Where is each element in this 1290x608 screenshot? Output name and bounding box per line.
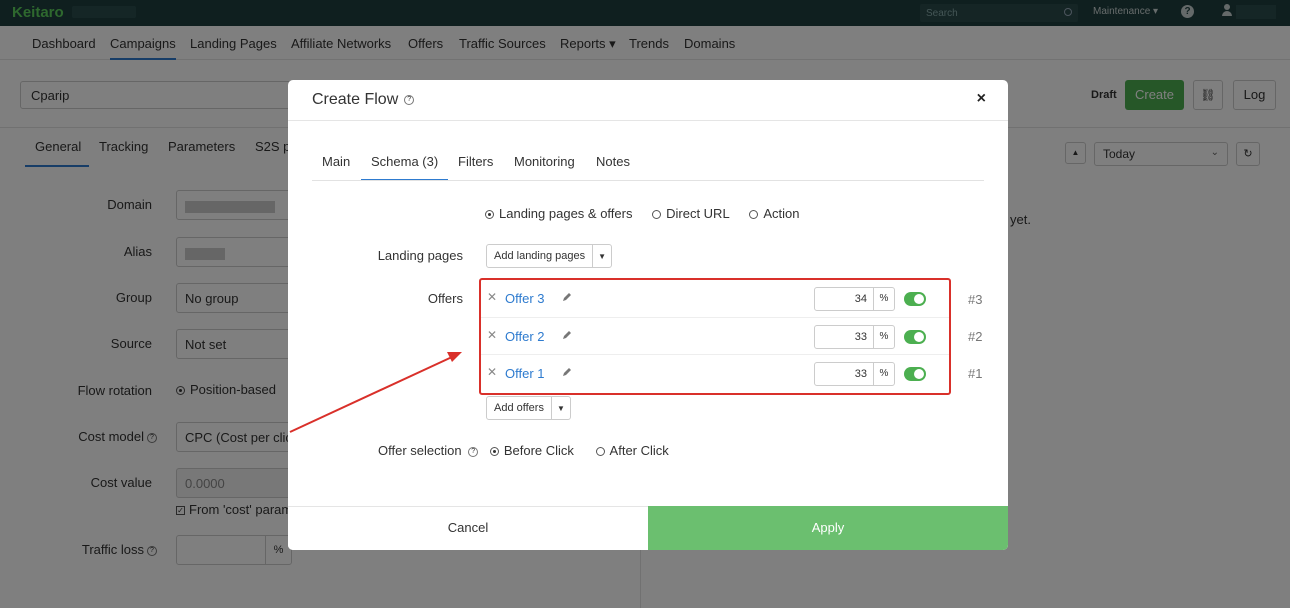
tab-notes[interactable]: Notes [596, 154, 630, 169]
modal-title-text: Create Flow [312, 91, 399, 108]
caret-down-icon[interactable]: ▼ [593, 252, 611, 261]
percent-unit: % [873, 325, 895, 349]
after-click-label: After Click [609, 443, 669, 458]
offers-label: Offers [427, 291, 463, 306]
schema-direct-url-radio[interactable]: Direct URL [652, 206, 730, 221]
offer-number: #2 [968, 329, 983, 344]
apply-button[interactable]: Apply [648, 506, 1008, 550]
percent-unit: % [873, 362, 895, 386]
percent-unit: % [873, 287, 895, 311]
offer-share-input[interactable]: 33 [814, 325, 874, 349]
offer-link[interactable]: Offer 1 [505, 366, 545, 381]
radio-icon [652, 210, 662, 220]
modal-title: Create Flow? [312, 91, 415, 109]
pencil-icon[interactable] [561, 291, 573, 303]
schema-action-radio[interactable]: Action [749, 206, 799, 221]
cancel-button[interactable]: Cancel [288, 506, 648, 550]
offer-selection-label: Offer selection [378, 443, 462, 458]
offer-number: #3 [968, 292, 983, 307]
schema-option-label: Landing pages & offers [499, 206, 633, 221]
schema-option-label: Action [763, 206, 800, 221]
offer-link[interactable]: Offer 2 [505, 329, 545, 344]
remove-icon[interactable]: ✕ [487, 290, 497, 304]
pencil-icon[interactable] [561, 366, 573, 378]
tab-filters[interactable]: Filters [458, 154, 493, 169]
pencil-icon[interactable] [561, 329, 573, 341]
offer-row: ✕ Offer 2 33 % [481, 317, 949, 354]
offer-toggle[interactable] [904, 330, 926, 344]
radio-icon [595, 447, 605, 457]
tab-monitoring[interactable]: Monitoring [514, 154, 575, 169]
offer-toggle[interactable] [904, 292, 926, 306]
remove-icon[interactable]: ✕ [487, 328, 497, 342]
tab-main[interactable]: Main [322, 154, 350, 169]
add-offers-label: Add offers [487, 397, 552, 419]
close-icon[interactable]: × [977, 90, 986, 108]
caret-down-icon[interactable]: ▼ [552, 404, 570, 413]
radio-icon [489, 447, 499, 457]
before-click-label: Before Click [503, 443, 574, 458]
tabs-divider [312, 180, 984, 181]
add-offers-button[interactable]: Add offers ▼ [486, 396, 571, 420]
offers-list: ✕ Offer 3 34 % ✕ Offer 2 33 % ✕ Offer 1 … [479, 278, 951, 395]
offer-row: ✕ Offer 1 33 % [481, 354, 949, 391]
schema-option-label: Direct URL [666, 206, 730, 221]
tab-schema[interactable]: Schema (3) [361, 154, 449, 181]
radio-icon [749, 210, 759, 220]
schema-type-radio-group: Landing pages & offers Direct URL Action [485, 206, 815, 221]
landing-pages-label: Landing pages [377, 248, 463, 263]
offer-share-input[interactable]: 34 [814, 287, 874, 311]
help-icon[interactable]: ? [468, 446, 479, 457]
after-click-radio[interactable]: After Click [595, 443, 669, 458]
create-flow-modal: Create Flow? × Main Schema (3) Filters M… [288, 80, 1008, 550]
offer-row: ✕ Offer 3 34 % [481, 280, 949, 317]
add-landing-pages-button[interactable]: Add landing pages ▼ [486, 244, 613, 268]
add-landing-pages-label: Add landing pages [487, 245, 594, 267]
offer-share-input[interactable]: 33 [814, 362, 874, 386]
modal-header-divider [288, 120, 1008, 121]
schema-landing-offers-radio[interactable]: Landing pages & offers [485, 206, 632, 221]
help-icon[interactable]: ? [404, 94, 415, 105]
remove-icon[interactable]: ✕ [487, 365, 497, 379]
radio-icon [485, 210, 494, 220]
before-click-radio[interactable]: Before Click [489, 443, 574, 458]
offer-selection-row: Offer selection ? Before Click After Cli… [378, 443, 669, 458]
offer-link[interactable]: Offer 3 [505, 291, 545, 306]
offer-toggle[interactable] [904, 367, 926, 381]
offer-number: #1 [968, 366, 983, 381]
